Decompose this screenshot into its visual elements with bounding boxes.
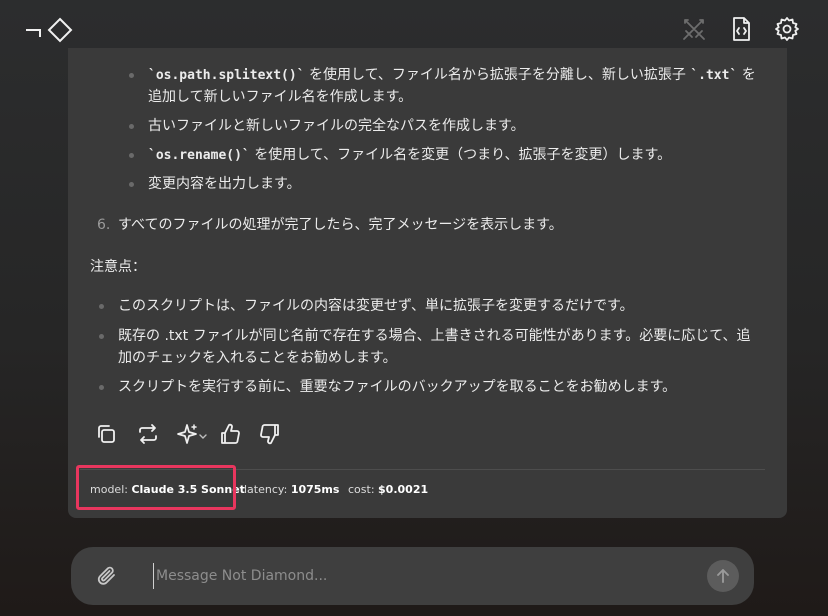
- bullet-marker: [99, 304, 104, 309]
- sub-bullet-4: 変更内容を出力します。: [148, 176, 301, 192]
- sparkle-model-switch-icon[interactable]: [176, 422, 210, 446]
- sub-bullet-2: 古いファイルと新しいファイルの完全なパスを作成します。: [148, 118, 525, 134]
- not-diamond-logo[interactable]: [24, 17, 76, 43]
- sub-bullet-1: `os.path.splitext()` を使用して、ファイル名から拡張子を分離…: [148, 64, 756, 87]
- note-2: 既存の .txt ファイルが同じ名前で存在する場合、上書きされる可能性があります…: [118, 328, 751, 344]
- cost-value: $0.0021: [378, 483, 429, 496]
- cost-label: cost:: [348, 483, 375, 496]
- copy-icon[interactable]: [94, 422, 118, 446]
- latency-value: 1075ms: [290, 483, 340, 496]
- bullet-marker: [129, 124, 134, 129]
- notes-heading: 注意点：: [90, 259, 146, 275]
- bullet-text: を使用して、ファイル名から拡張子を分離し、新しい拡張子: [304, 67, 691, 83]
- bullet-marker: [129, 73, 134, 78]
- thumbs-down-icon[interactable]: [258, 422, 282, 446]
- latency-label: latency:: [244, 483, 288, 496]
- note-2-continuation: 加のチェックを入れることをお勧めします。: [118, 350, 397, 366]
- bullet-marker: [129, 153, 134, 158]
- bullet-text: を: [737, 67, 756, 83]
- note-1: このスクリプトは、ファイルの内容は変更せず、単に拡張子を変更するだけです。: [118, 298, 634, 314]
- code-file-icon[interactable]: [727, 15, 755, 43]
- bullet-marker: [99, 334, 104, 339]
- swords-crossed-icon[interactable]: [680, 15, 708, 43]
- cost-info: cost: $0.0021: [348, 482, 428, 498]
- regenerate-icon[interactable]: [136, 422, 160, 446]
- step-number: 6.: [97, 217, 111, 233]
- send-button[interactable]: [707, 560, 739, 592]
- model-highlight-box: [76, 465, 236, 510]
- inline-code: `os.rename()`: [148, 148, 250, 163]
- sub-bullet-1-continuation: 追加して新しいファイル名を作成します。: [148, 89, 413, 105]
- bullet-marker: [99, 385, 104, 390]
- latency-info: latency: 1075ms: [244, 482, 339, 498]
- bullet-marker: [129, 182, 134, 187]
- message-actions: [94, 422, 314, 448]
- inline-code: `.txt`: [690, 68, 738, 83]
- note-3: スクリプトを実行する前に、重要なファイルのバックアップを取ることをお勧めします。: [118, 379, 677, 395]
- arrow-up-icon: [717, 569, 729, 583]
- message-input[interactable]: [153, 563, 693, 589]
- bullet-text: を使用して、ファイル名を変更（つまり、拡張子を変更）します。: [249, 147, 672, 163]
- message-content: `os.path.splitext()` を使用して、ファイル名から拡張子を分離…: [68, 48, 787, 448]
- step-6-text: すべてのファイルの処理が完了したら、完了メッセージを表示します。: [118, 217, 563, 233]
- settings-gear-icon[interactable]: [773, 15, 801, 43]
- sub-bullet-3: `os.rename()` を使用して、ファイル名を変更（つまり、拡張子を変更）…: [148, 144, 671, 167]
- thumbs-up-icon[interactable]: [218, 422, 242, 446]
- message-composer: [71, 547, 754, 605]
- paperclip-icon[interactable]: [95, 564, 119, 588]
- inline-code: `os.path.splitext()`: [148, 68, 305, 83]
- assistant-message-card: `os.path.splitext()` を使用して、ファイル名から拡張子を分離…: [68, 48, 787, 518]
